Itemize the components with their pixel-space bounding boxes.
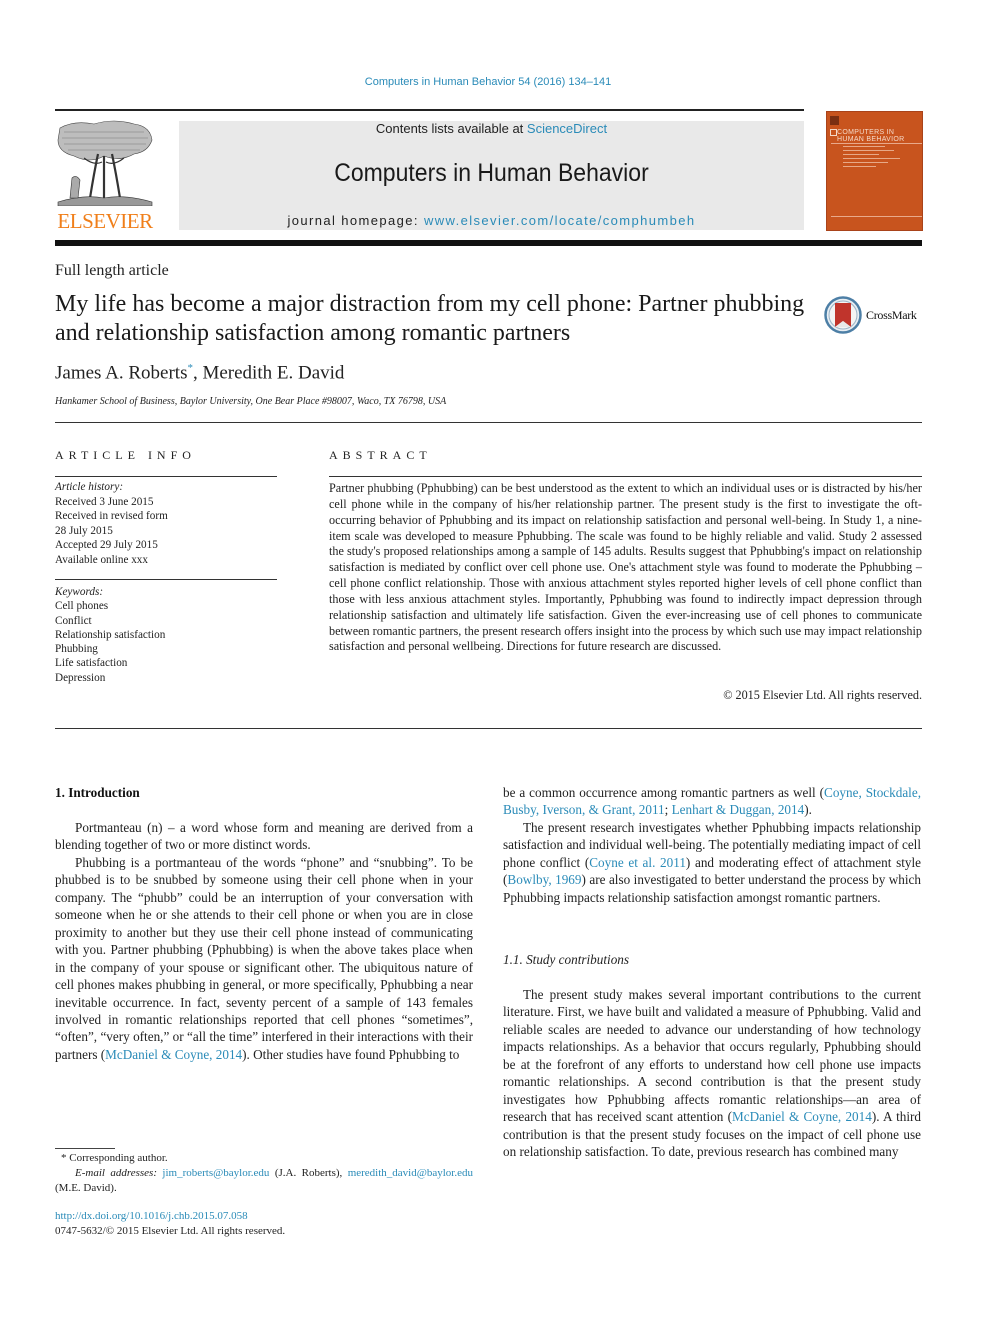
issn-copyright: 0747-5632/© 2015 Elsevier Ltd. All right…: [55, 1225, 286, 1237]
elsevier-wordmark: ELSEVIER: [57, 209, 153, 233]
paragraph: Phubbing is a portmanteau of the words “…: [55, 854, 473, 1063]
cover-title: COMPUTERS IN HUMAN BEHAVIOR: [837, 129, 904, 143]
paragraph: Portmanteau (n) – a word whose form and …: [55, 820, 473, 853]
header-thick-rule: [55, 240, 922, 246]
email-link[interactable]: jim_roberts@baylor.edu: [162, 1167, 269, 1179]
paragraph-text: ;: [664, 802, 672, 818]
history-item: Available online xxx: [55, 553, 148, 566]
article-history-label: Article history:: [55, 481, 124, 493]
crossmark-icon: [824, 296, 862, 334]
footnote-rule: [55, 1148, 115, 1149]
journal-header-box: Contents lists available at ScienceDirec…: [179, 121, 804, 230]
crossmark-label: CrossMark: [866, 308, 917, 322]
keyword-item: Relationship satisfaction: [55, 628, 166, 641]
cover-rule-top: [831, 143, 922, 144]
abstract-heading: ABSTRACT: [329, 448, 432, 462]
header-top-rule: [55, 109, 804, 111]
homepage-prefix: journal homepage:: [287, 213, 424, 228]
crossmark-button[interactable]: CrossMark: [824, 296, 924, 334]
paragraph-text: The present study makes several importan…: [503, 987, 921, 1125]
article-title: My life has become a major distraction f…: [55, 291, 805, 346]
subsection-heading-study-contributions: 1.1. Study contributions: [503, 952, 630, 967]
article-info-heading: ARTICLE INFO: [55, 448, 196, 462]
cover-emblem-icon: [830, 116, 839, 125]
paragraph-text: ). Other studies have found Pphubbing to: [242, 1046, 460, 1062]
paragraph-text: ).: [804, 802, 812, 818]
history-item: 28 July 2015: [55, 524, 113, 537]
abstract-copyright: © 2015 Elsevier Ltd. All rights reserved…: [723, 688, 922, 702]
author-name[interactable]: Meredith E. David: [202, 362, 344, 383]
keyword-item: Conflict: [55, 614, 92, 627]
citation-link[interactable]: Bowlby, 1969: [507, 872, 581, 887]
citation-link[interactable]: McDaniel & Coyne, 2014: [732, 1109, 872, 1124]
article-history: Article history: Received 3 June 2015 Re…: [55, 480, 277, 567]
author-list: James A. Roberts*, Meredith E. David: [55, 362, 344, 384]
keywords-list: Keywords: Cell phones Conflict Relations…: [55, 585, 277, 685]
email-owner: (J.A. Roberts),: [269, 1167, 348, 1179]
journal-cover-thumbnail[interactable]: COMPUTERS IN HUMAN BEHAVIOR: [826, 111, 923, 231]
email-addresses: E-mail addresses: jim_roberts@baylor.edu…: [55, 1166, 473, 1196]
history-item: Accepted 29 July 2015: [55, 539, 158, 551]
keywords-label: Keywords:: [55, 586, 104, 598]
journal-homepage-line: journal homepage: www.elsevier.com/locat…: [179, 213, 804, 228]
paragraph: The present research investigates whethe…: [503, 819, 921, 906]
paragraph-text: Phubbing is a portmanteau of the words “…: [55, 854, 473, 1062]
divider: [55, 422, 922, 423]
body-column-right: be a common occurrence among romantic pa…: [503, 784, 921, 906]
paragraph: be a common occurrence among romantic pa…: [503, 784, 921, 819]
citation-link[interactable]: McDaniel & Coyne, 2014: [105, 1047, 242, 1062]
journal-homepage-link[interactable]: www.elsevier.com/locate/comphumbeh: [424, 213, 696, 228]
history-item: Received in revised form: [55, 510, 168, 522]
divider: [55, 476, 277, 477]
divider: [55, 579, 277, 580]
abstract-text: Partner phubbing (Pphubbing) can be best…: [329, 481, 922, 654]
keyword-item: Depression: [55, 671, 106, 684]
paragraph: The present study makes several importan…: [503, 986, 921, 1161]
contents-line: Contents lists available at ScienceDirec…: [179, 121, 804, 136]
body-column-left: Portmanteau (n) – a word whose form and …: [55, 819, 473, 1063]
citation-link[interactable]: Lenhart & Duggan, 2014: [672, 802, 805, 817]
body-column-right-continued: The present study makes several importan…: [503, 986, 921, 1161]
article-type: Full length article: [55, 262, 169, 279]
journal-citation[interactable]: Computers in Human Behavior 54 (2016) 13…: [0, 76, 976, 88]
divider: [329, 476, 922, 477]
history-item: Received 3 June 2015: [55, 495, 154, 508]
keyword-item: Cell phones: [55, 600, 109, 613]
footnotes: * Corresponding author. E-mail addresses…: [55, 1151, 473, 1196]
section-heading-introduction: 1. Introduction: [55, 785, 140, 800]
author-name[interactable]: James A. Roberts: [55, 362, 187, 383]
paragraph-text: be a common occurrence among romantic pa…: [503, 785, 825, 800]
doi-link[interactable]: http://dx.doi.org/10.1016/j.chb.2015.07.…: [55, 1210, 248, 1222]
contents-prefix: Contents lists available at: [375, 121, 527, 136]
citation-link[interactable]: Coyne et al. 2011: [589, 855, 686, 870]
keyword-item: Life satisfaction: [55, 657, 128, 670]
email-link[interactable]: meredith_david@baylor.edu: [348, 1167, 473, 1179]
cover-rule-bottom: [831, 216, 922, 217]
corresponding-author-note: * Corresponding author.: [61, 1152, 168, 1164]
cover-title-line1: COMPUTERS IN: [837, 129, 895, 136]
elsevier-tree-icon: [57, 120, 153, 207]
keyword-item: Phubbing: [55, 643, 98, 656]
divider: [55, 728, 922, 729]
sciencedirect-link[interactable]: ScienceDirect: [527, 121, 607, 136]
cover-logo-icon: [830, 129, 837, 136]
cover-title-line2: HUMAN BEHAVIOR: [837, 136, 905, 143]
elsevier-logo[interactable]: ELSEVIER: [54, 118, 156, 234]
email-owner: (M.E. David).: [55, 1182, 117, 1194]
email-label: E-mail addresses:: [75, 1167, 163, 1179]
cover-text-lines: [843, 146, 903, 170]
journal-title: Computers in Human Behavior: [334, 159, 649, 187]
author-affiliation: Hankamer School of Business, Baylor Univ…: [55, 396, 447, 407]
